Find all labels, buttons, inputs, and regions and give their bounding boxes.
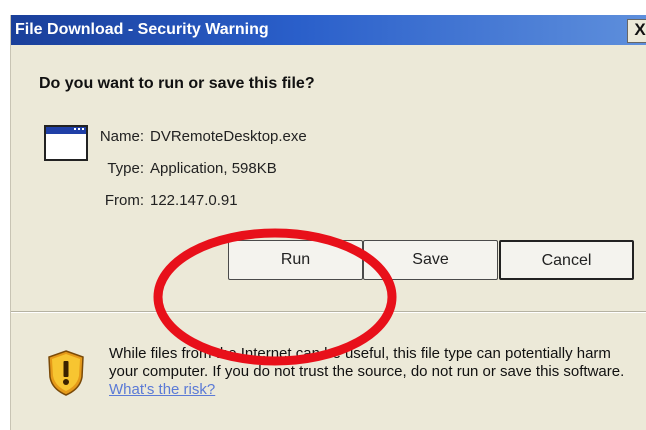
title-bar[interactable]: File Download - Security Warning bbox=[11, 15, 646, 45]
whats-the-risk-link[interactable]: What's the risk? bbox=[109, 381, 215, 398]
file-name-value: DVRemoteDesktop.exe bbox=[150, 128, 307, 145]
application-window-icon bbox=[44, 125, 88, 161]
close-button[interactable]: X bbox=[627, 19, 646, 43]
file-type-row: Type: Application, 598KB bbox=[84, 160, 277, 177]
cancel-button[interactable]: Cancel bbox=[499, 240, 634, 280]
file-name-row: Name: DVRemoteDesktop.exe bbox=[84, 128, 307, 145]
window-title: File Download - Security Warning bbox=[15, 21, 269, 38]
security-warning-dialog: File Download - Security Warning X Do yo… bbox=[10, 15, 646, 430]
run-button[interactable]: Run bbox=[228, 240, 363, 280]
file-type-label: Type: bbox=[107, 160, 144, 177]
file-type-value: Application, 598KB bbox=[150, 160, 277, 177]
icon-dots bbox=[74, 128, 84, 133]
warning-text: While files from the Internet can be use… bbox=[109, 345, 625, 380]
security-shield-icon bbox=[48, 350, 84, 396]
file-name-label: Name: bbox=[99, 128, 144, 145]
file-from-label: From: bbox=[104, 192, 144, 209]
warning-message: While files from the Internet can be use… bbox=[109, 345, 639, 399]
file-from-row: From: 122.147.0.91 bbox=[84, 192, 238, 209]
save-button[interactable]: Save bbox=[363, 240, 498, 280]
file-from-value: 122.147.0.91 bbox=[150, 192, 238, 209]
dialog-question: Do you want to run or save this file? bbox=[39, 75, 315, 92]
divider-highlight bbox=[11, 312, 646, 313]
